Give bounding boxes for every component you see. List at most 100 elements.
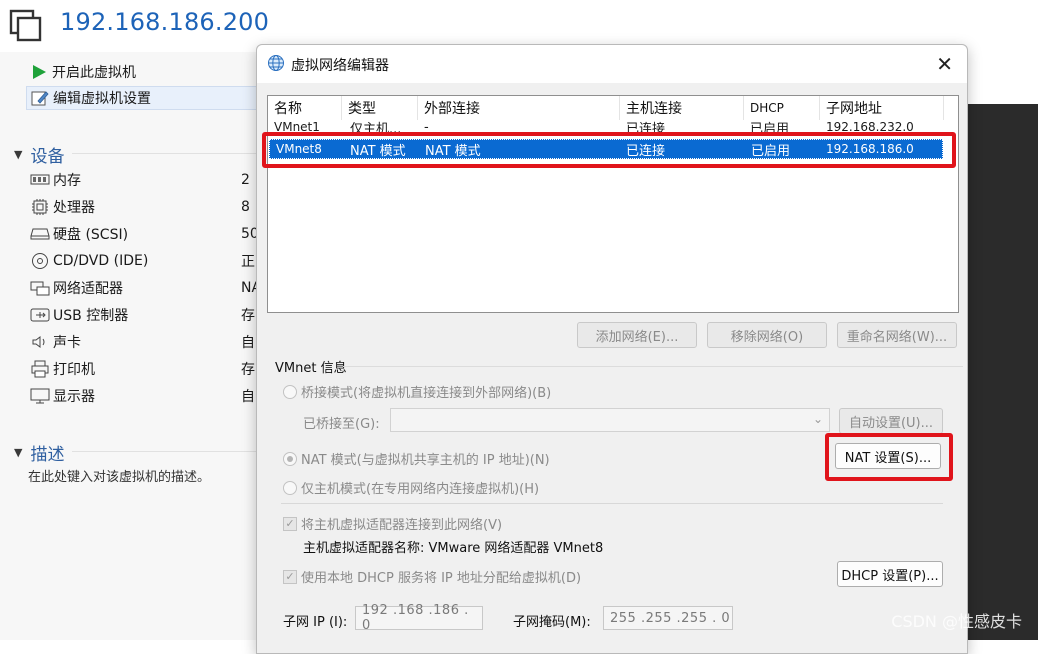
- network-list[interactable]: 名称 类型 外部连接 主机连接 DHCP 子网地址 VMnet1 仅主机... …: [267, 95, 959, 313]
- device-value: 8: [241, 199, 250, 215]
- use-dhcp-label: 使用本地 DHCP 服务将 IP 地址分配给虚拟机(D): [301, 571, 582, 586]
- cpu-icon: [30, 198, 50, 216]
- dhcp-settings-button[interactable]: DHCP 设置(P)...: [837, 561, 943, 587]
- host-only-mode-radio[interactable]: 仅主机模式(在专用网络内连接虚拟机)(H): [283, 478, 539, 497]
- bridged-mode-label: 桥接模式(将虚拟机直接连接到外部网络)(B): [301, 386, 552, 401]
- connect-host-adapter-checkbox[interactable]: ✓ 将主机虚拟适配器连接到此网络(V): [283, 514, 502, 533]
- chevron-down-icon: ⌄: [812, 412, 823, 426]
- radio-circle-selected: [283, 451, 297, 466]
- subnet-ip-input[interactable]: 192 .168 .186 . 0: [355, 603, 483, 633]
- table-row[interactable]: VMnet1 仅主机... - 已连接 已启用 192.168.232.0: [268, 120, 958, 132]
- subnet-mask-input[interactable]: 255 .255 .255 . 0: [603, 606, 733, 630]
- host-adapter-name: 主机虚拟适配器名称: VMware 网络适配器 VMnet8: [303, 541, 604, 556]
- edit-settings-icon: [31, 89, 49, 107]
- device-display[interactable]: 显示器: [30, 385, 95, 407]
- section-divider: [72, 153, 262, 154]
- subnet-ip-label: 子网 IP (I):: [283, 615, 348, 630]
- bridged-to-select[interactable]: ⌄: [390, 408, 830, 432]
- cell-type: 仅主机...: [350, 121, 402, 133]
- device-label: CD/DVD (IDE): [53, 253, 149, 269]
- device-label: 内存: [53, 173, 81, 189]
- nat-mode-label: NAT 模式(与虚拟机共享主机的 IP 地址)(N): [301, 453, 550, 468]
- device-value: 自: [241, 335, 255, 351]
- devices-section-header[interactable]: ▼ 设备: [14, 142, 262, 167]
- vmnet-info-label: VMnet 信息: [275, 361, 347, 376]
- vm-title: 192.168.186.200: [60, 8, 270, 36]
- hard-disk-icon: [30, 225, 50, 243]
- rename-network-button[interactable]: 重命名网络(W)...: [837, 322, 957, 348]
- radio-circle: [283, 384, 297, 399]
- printer-icon: [30, 360, 50, 378]
- device-value: 存: [241, 308, 255, 324]
- subnet-mask-label: 子网掩码(M):: [513, 615, 591, 630]
- virtual-network-editor-dialog: 虚拟网络编辑器 ✕ 名称 类型 外部连接 主机连接 DHCP 子网地址 VMne…: [256, 44, 968, 654]
- bridged-to-label: 已桥接至(G):: [303, 417, 380, 432]
- column-header-subnet[interactable]: 子网地址: [820, 96, 944, 120]
- nat-mode-radio[interactable]: NAT 模式(与虚拟机共享主机的 IP 地址)(N): [283, 449, 550, 468]
- edit-vm-settings-label: 编辑虚拟机设置: [53, 91, 151, 107]
- checkmark-icon: ✓: [283, 516, 297, 531]
- use-dhcp-checkbox[interactable]: ✓ 使用本地 DHCP 服务将 IP 地址分配给虚拟机(D): [283, 567, 581, 586]
- device-label: USB 控制器: [53, 308, 129, 324]
- checkmark-icon: ✓: [283, 569, 297, 584]
- column-header-name[interactable]: 名称: [268, 96, 342, 120]
- connect-host-adapter-label: 将主机虚拟适配器连接到此网络(V): [301, 518, 503, 533]
- network-adapter-icon: [30, 279, 50, 297]
- device-cd-dvd[interactable]: CD/DVD (IDE): [30, 250, 148, 272]
- add-network-button[interactable]: 添加网络(E)...: [577, 322, 697, 348]
- device-label: 处理器: [53, 200, 95, 216]
- device-value: 2: [241, 172, 250, 188]
- background-strip: [966, 52, 1038, 104]
- cell-dhcp: 已启用: [750, 121, 790, 133]
- cell-name: VMnet1: [274, 120, 320, 132]
- device-label: 硬盘 (SCSI): [53, 227, 129, 243]
- column-header-type[interactable]: 类型: [342, 96, 418, 120]
- device-label: 打印机: [53, 362, 95, 378]
- host-only-mode-label: 仅主机模式(在专用网络内连接虚拟机)(H): [301, 482, 540, 497]
- device-printer[interactable]: 打印机: [30, 358, 95, 380]
- globe-icon: [268, 55, 284, 71]
- device-label: 网络适配器: [53, 281, 123, 297]
- device-hard-disk[interactable]: 硬盘 (SCSI): [30, 223, 128, 245]
- dialog-title: 虚拟网络编辑器: [291, 58, 389, 74]
- dialog-titlebar: 虚拟网络编辑器 ✕: [257, 45, 967, 83]
- auto-settings-button[interactable]: 自动设置(U)...: [839, 408, 943, 434]
- vm-tab-icon: [9, 9, 42, 42]
- cell-subnet: 192.168.232.0: [826, 120, 914, 132]
- device-processor[interactable]: 处理器: [30, 196, 95, 218]
- column-header-external[interactable]: 外部连接: [418, 96, 620, 120]
- device-value: 正: [241, 254, 255, 270]
- close-icon[interactable]: ✕: [936, 52, 953, 76]
- cd-dvd-icon: [30, 252, 50, 270]
- sound-card-icon: [30, 333, 50, 351]
- section-divider: [72, 451, 262, 452]
- device-label: 声卡: [53, 335, 81, 351]
- device-network-adapter[interactable]: 网络适配器: [30, 277, 123, 299]
- bridged-mode-radio[interactable]: 桥接模式(将虚拟机直接连接到外部网络)(B): [283, 382, 551, 401]
- watermark: CSDN @性感皮卡: [891, 612, 1022, 631]
- description-header-label: 描述: [30, 445, 65, 465]
- devices-header-label: 设备: [30, 147, 65, 167]
- remove-network-button[interactable]: 移除网络(O): [707, 322, 827, 348]
- column-header-host[interactable]: 主机连接: [620, 96, 744, 120]
- device-sound-card[interactable]: 声卡: [30, 331, 81, 353]
- description-placeholder[interactable]: 在此处键入对该虚拟机的描述。: [28, 466, 210, 485]
- vm-console-preview: [966, 104, 1038, 640]
- power-on-vm-label: 开启此虚拟机: [52, 65, 136, 81]
- edit-vm-settings-action[interactable]: 编辑虚拟机设置: [26, 86, 262, 110]
- power-on-vm-action[interactable]: 开启此虚拟机: [30, 60, 136, 84]
- description-section-header[interactable]: ▼ 描述: [14, 440, 262, 465]
- device-value: 存: [241, 362, 255, 378]
- group-divider: [343, 366, 963, 367]
- device-memory[interactable]: 内存: [30, 169, 81, 191]
- highlight-box-nat-settings: [825, 433, 953, 481]
- device-usb-controller[interactable]: USB 控制器: [30, 304, 128, 326]
- radio-circle: [283, 480, 297, 495]
- collapse-triangle-icon: ▼: [14, 446, 23, 459]
- highlight-box-vmnet8: [262, 132, 956, 168]
- collapse-triangle-icon: ▼: [14, 148, 23, 161]
- separator: [281, 503, 943, 504]
- column-header-dhcp[interactable]: DHCP: [744, 96, 820, 120]
- device-label: 显示器: [53, 389, 95, 405]
- device-value: 自: [241, 389, 255, 405]
